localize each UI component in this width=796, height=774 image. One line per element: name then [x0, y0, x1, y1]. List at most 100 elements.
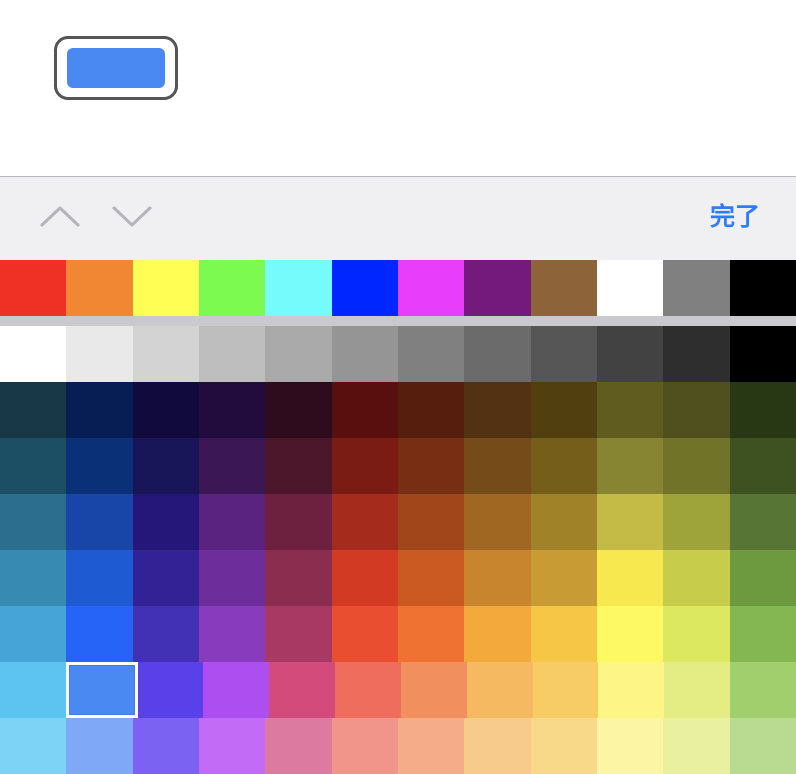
palette-color-swatch[interactable] — [400, 662, 467, 718]
palette-color-swatch[interactable] — [397, 438, 465, 494]
palette-color-swatch[interactable] — [331, 606, 398, 662]
palette-color-swatch[interactable] — [530, 550, 597, 606]
palette-color-swatch[interactable] — [198, 718, 266, 774]
next-field-button[interactable] — [110, 195, 154, 239]
preset-color-swatch[interactable] — [132, 260, 199, 316]
palette-color-swatch[interactable] — [203, 662, 270, 718]
palette-color-swatch[interactable] — [397, 606, 465, 662]
preset-color-swatch[interactable] — [66, 260, 133, 316]
palette-color-swatch[interactable] — [729, 718, 796, 774]
preset-color-swatch[interactable] — [265, 260, 332, 316]
palette-color-swatch[interactable] — [596, 326, 664, 382]
palette-color-swatch[interactable] — [265, 326, 332, 382]
preset-color-swatch[interactable] — [0, 260, 67, 316]
palette-color-swatch[interactable] — [132, 606, 199, 662]
palette-color-swatch[interactable] — [596, 718, 664, 774]
palette-color-swatch[interactable] — [132, 494, 199, 550]
palette-color-swatch[interactable] — [331, 326, 398, 382]
palette-color-swatch[interactable] — [0, 382, 67, 438]
preset-color-swatch[interactable] — [464, 260, 531, 316]
palette-color-swatch[interactable] — [0, 662, 66, 718]
palette-color-swatch[interactable] — [0, 550, 67, 606]
palette-color-swatch[interactable] — [663, 494, 730, 550]
palette-color-swatch[interactable] — [331, 382, 398, 438]
palette-color-swatch[interactable] — [530, 718, 597, 774]
palette-color-swatch[interactable] — [464, 382, 531, 438]
palette-color-swatch[interactable] — [530, 606, 597, 662]
palette-color-swatch[interactable] — [530, 438, 597, 494]
palette-color-swatch[interactable] — [66, 718, 133, 774]
palette-color-swatch[interactable] — [663, 718, 730, 774]
palette-color-swatch[interactable] — [265, 438, 332, 494]
palette-color-swatch[interactable] — [596, 382, 664, 438]
palette-color-swatch[interactable] — [66, 326, 133, 382]
palette-color-swatch[interactable] — [198, 438, 266, 494]
preset-color-swatch[interactable] — [530, 260, 597, 316]
preset-color-swatch[interactable] — [729, 260, 796, 316]
palette-color-swatch[interactable] — [198, 494, 266, 550]
palette-color-swatch[interactable] — [598, 662, 665, 718]
done-button[interactable]: 完了 — [710, 199, 760, 235]
palette-color-swatch[interactable] — [66, 606, 133, 662]
palette-color-swatch[interactable] — [132, 326, 199, 382]
palette-color-swatch[interactable] — [65, 662, 138, 718]
palette-color-swatch[interactable] — [663, 606, 730, 662]
palette-color-swatch[interactable] — [335, 662, 401, 718]
preset-color-swatch[interactable] — [397, 260, 465, 316]
palette-color-swatch[interactable] — [198, 550, 266, 606]
color-well-button[interactable] — [54, 36, 178, 100]
palette-color-swatch[interactable] — [397, 718, 465, 774]
palette-color-swatch[interactable] — [397, 382, 465, 438]
palette-color-swatch[interactable] — [265, 550, 332, 606]
palette-color-swatch[interactable] — [596, 606, 664, 662]
palette-color-swatch[interactable] — [729, 438, 796, 494]
palette-color-swatch[interactable] — [265, 382, 332, 438]
palette-color-swatch[interactable] — [269, 662, 336, 718]
palette-color-swatch[interactable] — [663, 550, 730, 606]
palette-color-swatch[interactable] — [397, 494, 465, 550]
palette-color-swatch[interactable] — [0, 494, 67, 550]
palette-color-swatch[interactable] — [66, 550, 133, 606]
previous-field-button[interactable] — [38, 195, 82, 239]
palette-color-swatch[interactable] — [265, 494, 332, 550]
palette-color-swatch[interactable] — [0, 438, 67, 494]
preset-color-swatch[interactable] — [198, 260, 266, 316]
palette-color-swatch[interactable] — [265, 718, 332, 774]
palette-color-swatch[interactable] — [530, 326, 597, 382]
palette-color-swatch[interactable] — [464, 606, 531, 662]
preset-color-swatch[interactable] — [596, 260, 664, 316]
palette-color-swatch[interactable] — [664, 662, 731, 718]
palette-color-swatch[interactable] — [464, 438, 531, 494]
palette-color-swatch[interactable] — [464, 494, 531, 550]
palette-color-swatch[interactable] — [729, 326, 796, 382]
palette-color-swatch[interactable] — [66, 494, 133, 550]
palette-color-swatch[interactable] — [596, 550, 664, 606]
palette-color-swatch[interactable] — [466, 662, 533, 718]
palette-color-swatch[interactable] — [0, 718, 67, 774]
palette-color-swatch[interactable] — [331, 550, 398, 606]
palette-color-swatch[interactable] — [729, 606, 796, 662]
palette-color-swatch[interactable] — [729, 550, 796, 606]
palette-color-swatch[interactable] — [397, 550, 465, 606]
palette-color-swatch[interactable] — [331, 718, 398, 774]
palette-color-swatch[interactable] — [464, 326, 531, 382]
palette-color-swatch[interactable] — [0, 606, 67, 662]
palette-color-swatch[interactable] — [530, 382, 597, 438]
palette-color-swatch[interactable] — [729, 494, 796, 550]
palette-color-swatch[interactable] — [137, 662, 204, 718]
palette-color-swatch[interactable] — [132, 718, 199, 774]
palette-color-swatch[interactable] — [730, 662, 796, 718]
palette-color-swatch[interactable] — [66, 382, 133, 438]
palette-color-swatch[interactable] — [265, 606, 332, 662]
palette-color-swatch[interactable] — [596, 494, 664, 550]
palette-color-swatch[interactable] — [132, 550, 199, 606]
palette-color-swatch[interactable] — [464, 550, 531, 606]
palette-color-swatch[interactable] — [663, 382, 730, 438]
palette-color-swatch[interactable] — [596, 438, 664, 494]
preset-color-swatch[interactable] — [331, 260, 398, 316]
palette-color-swatch[interactable] — [729, 382, 796, 438]
palette-color-swatch[interactable] — [530, 494, 597, 550]
palette-color-swatch[interactable] — [663, 438, 730, 494]
palette-color-swatch[interactable] — [532, 662, 599, 718]
palette-color-swatch[interactable] — [132, 438, 199, 494]
